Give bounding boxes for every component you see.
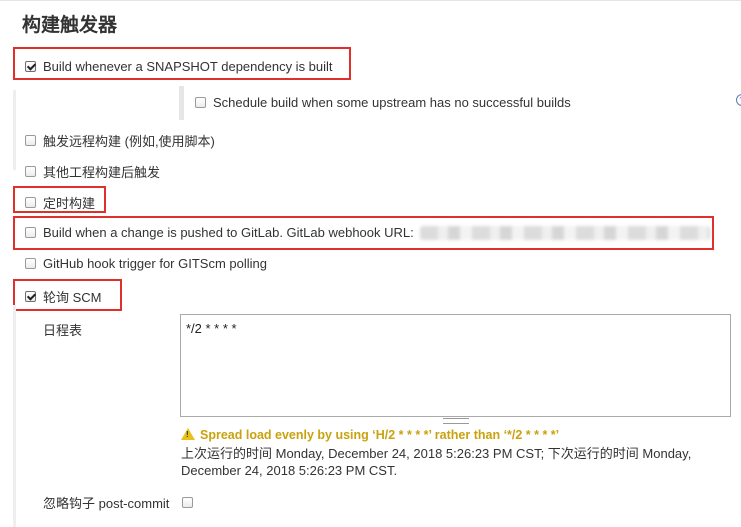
poll-scm-label: 轮询 SCM bbox=[43, 290, 102, 305]
textarea-resize-grip[interactable] bbox=[443, 418, 469, 424]
schedule-warning: ! Spread load evenly by using ‘H/2 * * * … bbox=[181, 428, 559, 442]
trigger-remote[interactable]: 触发远程构建 (例如,使用脚本) bbox=[25, 131, 215, 150]
top-divider bbox=[0, 0, 741, 1]
github-checkbox[interactable] bbox=[25, 258, 36, 269]
trigger-github[interactable]: GitHub hook trigger for GITScm polling bbox=[25, 256, 267, 271]
indent-bar bbox=[13, 90, 16, 170]
trigger-timed[interactable]: 定时构建 bbox=[25, 193, 95, 212]
trigger-poll-scm[interactable]: 轮询 SCM bbox=[25, 287, 102, 306]
warning-text: Spread load evenly by using ‘H/2 * * * *… bbox=[200, 428, 560, 442]
gitlab-checkbox[interactable] bbox=[25, 227, 36, 238]
after-other-checkbox[interactable] bbox=[25, 166, 36, 177]
remote-checkbox[interactable] bbox=[25, 135, 36, 146]
redacted-webhook-url bbox=[419, 225, 710, 240]
timed-checkbox[interactable] bbox=[25, 197, 36, 208]
after-other-label: 其他工程构建后触发 bbox=[43, 165, 161, 180]
timed-label: 定时构建 bbox=[43, 196, 96, 211]
upstream-schedule-label: Schedule build when some upstream has no… bbox=[213, 95, 571, 110]
help-icon[interactable]: ? bbox=[736, 94, 741, 106]
schedule-label: 日程表 bbox=[43, 323, 83, 338]
trigger-snapshot[interactable]: Build whenever a SNAPSHOT dependency is … bbox=[25, 59, 333, 74]
trigger-upstream-schedule[interactable]: Schedule build when some upstream has no… bbox=[195, 95, 571, 110]
remote-label: 触发远程构建 (例如,使用脚本) bbox=[43, 134, 215, 149]
github-label: GitHub hook trigger for GITScm polling bbox=[43, 256, 267, 271]
poll-scm-checkbox[interactable] bbox=[25, 291, 36, 302]
trigger-after-other[interactable]: 其他工程构建后触发 bbox=[25, 162, 160, 181]
ignore-post-commit[interactable]: 忽略钩子 post-commit bbox=[43, 493, 200, 512]
indent-bar bbox=[13, 305, 16, 527]
snapshot-label: Build whenever a SNAPSHOT dependency is … bbox=[43, 59, 333, 74]
ignore-post-commit-label: 忽略钩子 post-commit bbox=[43, 496, 170, 511]
snapshot-checkbox[interactable] bbox=[25, 61, 36, 72]
schedule-textarea[interactable]: */2 * * * * bbox=[180, 314, 731, 417]
upstream-schedule-checkbox[interactable] bbox=[195, 97, 206, 108]
schedule-run-info: 上次运行的时间 Monday, December 24, 2018 5:26:2… bbox=[181, 446, 692, 478]
ignore-post-commit-checkbox[interactable] bbox=[182, 497, 194, 508]
gitlab-label: Build when a change is pushed to GitLab.… bbox=[43, 225, 414, 240]
section-title: 构建触发器 bbox=[22, 14, 118, 36]
trigger-gitlab[interactable]: Build when a change is pushed to GitLab.… bbox=[25, 225, 710, 240]
warning-icon: ! bbox=[181, 428, 195, 440]
